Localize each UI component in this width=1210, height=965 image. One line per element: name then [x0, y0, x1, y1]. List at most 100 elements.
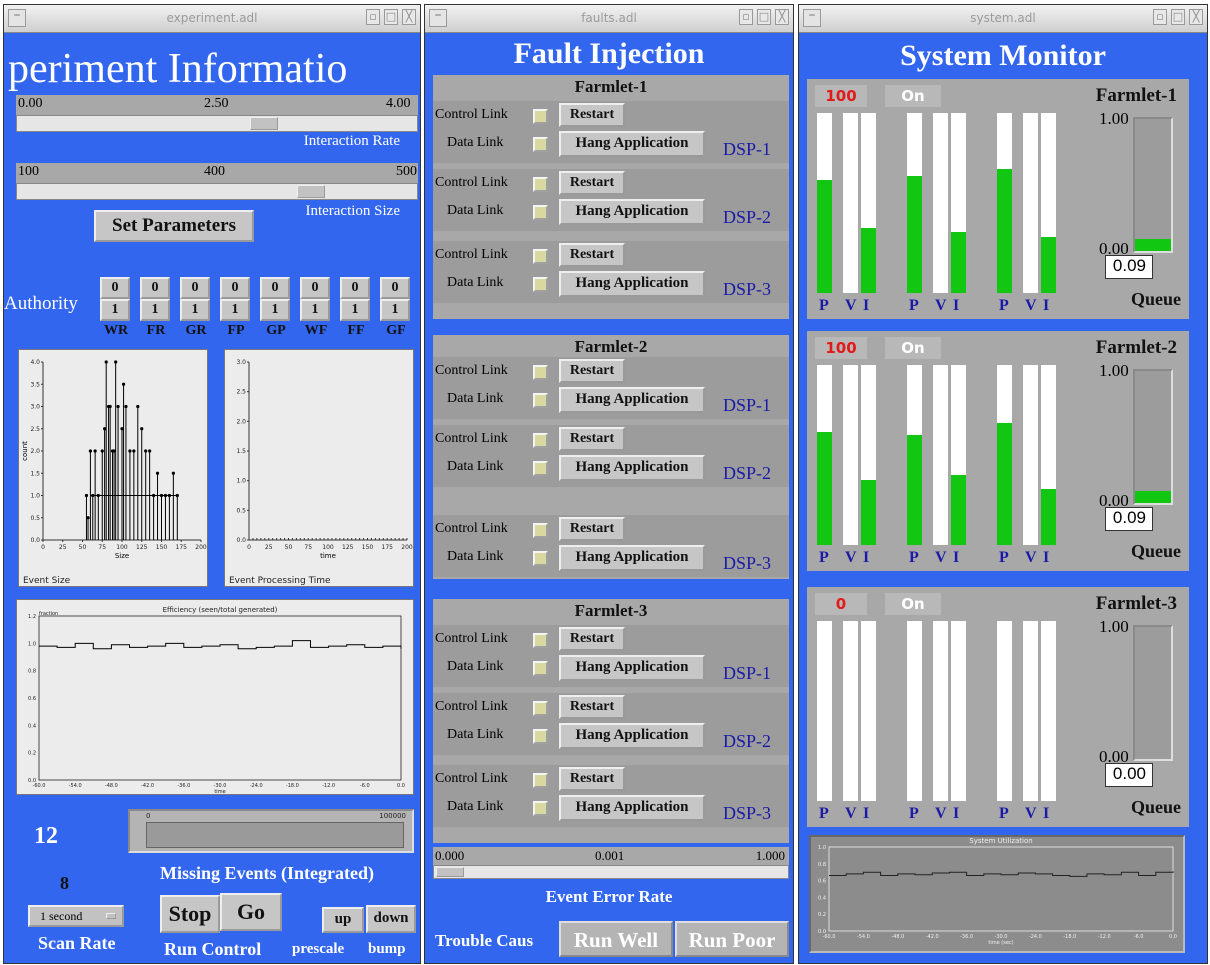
size-slider[interactable]: [16, 183, 418, 200]
control-link-checkbox[interactable]: [533, 773, 548, 788]
hang-application-button[interactable]: Hang Application: [559, 723, 705, 749]
tick-label: 2.5: [30, 426, 40, 433]
authority-bottom-button[interactable]: 1: [100, 299, 130, 321]
maximize-icon[interactable]: □: [757, 9, 771, 25]
authority-bottom-button[interactable]: 1: [260, 299, 290, 321]
minimize-icon[interactable]: ▫: [1153, 9, 1167, 25]
meter-label: P: [909, 549, 919, 566]
tick-label: -42.0: [926, 934, 939, 940]
hang-application-button[interactable]: Hang Application: [559, 271, 705, 297]
control-link-checkbox[interactable]: [533, 701, 548, 716]
control-link-checkbox[interactable]: [533, 633, 548, 648]
close-icon[interactable]: ╳: [402, 9, 416, 25]
hang-application-button[interactable]: Hang Application: [559, 131, 705, 157]
data-link-checkbox[interactable]: [533, 137, 548, 152]
restart-button[interactable]: Restart: [559, 103, 625, 127]
hang-application-button[interactable]: Hang Application: [559, 199, 705, 225]
close-icon[interactable]: ╳: [1189, 9, 1203, 25]
title-bar[interactable]: – experiment.adl ▫ □ ╳: [4, 5, 420, 33]
queue-gauge: [1133, 369, 1173, 505]
restart-button[interactable]: Restart: [559, 695, 625, 719]
tick-label: 1.0: [818, 845, 826, 851]
authority-top-button[interactable]: 0: [100, 277, 130, 299]
run-well-button[interactable]: Run Well: [559, 921, 673, 957]
dsp-label: DSP-3: [723, 553, 772, 573]
restart-button[interactable]: Restart: [559, 171, 625, 195]
authority-bottom-button[interactable]: 1: [140, 299, 170, 321]
size-slider-thumb[interactable]: [297, 185, 325, 198]
maximize-icon[interactable]: □: [384, 9, 398, 25]
histogram-point: [144, 449, 148, 453]
meter-fill: [907, 435, 922, 545]
dsp-label: DSP-1: [723, 139, 772, 159]
up-button[interactable]: up: [322, 907, 364, 933]
restart-button[interactable]: Restart: [559, 627, 625, 651]
authority-top-button[interactable]: 0: [300, 277, 330, 299]
restart-button[interactable]: Restart: [559, 517, 625, 541]
maximize-icon[interactable]: □: [1171, 9, 1185, 25]
tick-label: 1.0: [30, 493, 40, 500]
set-parameters-button[interactable]: Set Parameters: [94, 210, 254, 242]
data-link-checkbox[interactable]: [533, 801, 548, 816]
title-bar[interactable]: – system.adl ▫ □ ╳: [799, 5, 1207, 33]
control-link-checkbox[interactable]: [533, 365, 548, 380]
data-link-checkbox[interactable]: [533, 277, 548, 292]
control-link-checkbox[interactable]: [533, 433, 548, 448]
hang-application-button[interactable]: Hang Application: [559, 455, 705, 481]
control-link-checkbox[interactable]: [533, 177, 548, 192]
missing-meter-max: 100000: [379, 812, 406, 820]
minimize-icon[interactable]: ▫: [366, 9, 380, 25]
hang-application-button[interactable]: Hang Application: [559, 545, 705, 571]
authority-top-button[interactable]: 0: [260, 277, 290, 299]
restart-button[interactable]: Restart: [559, 243, 625, 267]
error-rate-slider[interactable]: [433, 865, 789, 879]
hang-application-button[interactable]: Hang Application: [559, 795, 705, 821]
rate-slider-thumb[interactable]: [250, 117, 278, 130]
down-button[interactable]: down: [366, 905, 416, 933]
authority-bottom-button[interactable]: 1: [300, 299, 330, 321]
data-link-checkbox[interactable]: [533, 729, 548, 744]
go-button[interactable]: Go: [220, 893, 282, 931]
meter-label: P: [999, 805, 1009, 822]
authority-top-button[interactable]: 0: [180, 277, 210, 299]
meter-label: I: [953, 805, 960, 822]
faults-window: – faults.adl ▫ □ ╳ Fault Injection Farml…: [424, 4, 794, 964]
authority-top-button[interactable]: 0: [140, 277, 170, 299]
data-link-checkbox[interactable]: [533, 205, 548, 220]
hang-application-button[interactable]: Hang Application: [559, 387, 705, 413]
tick-label: -6.0: [360, 783, 370, 789]
authority-bottom-button[interactable]: 1: [340, 299, 370, 321]
data-link-label: Data Link: [447, 203, 504, 218]
scan-rate-menu[interactable]: 1 second: [28, 905, 124, 927]
error-rate-min: 0.000: [435, 848, 465, 863]
control-link-checkbox[interactable]: [533, 109, 548, 124]
meter-bar-v: [933, 365, 948, 545]
close-icon[interactable]: ╳: [775, 9, 789, 25]
authority-bottom-button[interactable]: 1: [180, 299, 210, 321]
error-rate-thumb[interactable]: [436, 867, 464, 877]
authority-top-button[interactable]: 0: [220, 277, 250, 299]
stop-button[interactable]: Stop: [160, 895, 220, 933]
authority-bottom-button[interactable]: 1: [220, 299, 250, 321]
control-link-checkbox[interactable]: [533, 523, 548, 538]
tick-label: 75: [304, 544, 312, 551]
data-link-checkbox[interactable]: [533, 551, 548, 566]
minimize-icon[interactable]: ▫: [739, 9, 753, 25]
efficiency-plot: Efficiency (seen/total generated) 0.0 0.2 0…: [16, 599, 414, 795]
authority-bottom-button[interactable]: 1: [380, 299, 410, 321]
control-link-checkbox[interactable]: [533, 249, 548, 264]
data-link-checkbox[interactable]: [533, 461, 548, 476]
meter-bar-i: [951, 621, 966, 801]
hang-application-button[interactable]: Hang Application: [559, 655, 705, 681]
authority-top-button[interactable]: 0: [340, 277, 370, 299]
run-poor-button[interactable]: Run Poor: [675, 921, 789, 957]
restart-button[interactable]: Restart: [559, 767, 625, 791]
rate-slider[interactable]: [16, 115, 418, 132]
restart-button[interactable]: Restart: [559, 359, 625, 383]
restart-button[interactable]: Restart: [559, 427, 625, 451]
data-link-checkbox[interactable]: [533, 661, 548, 676]
control-link-label: Control Link: [435, 771, 508, 786]
data-link-checkbox[interactable]: [533, 393, 548, 408]
authority-top-button[interactable]: 0: [380, 277, 410, 299]
title-bar[interactable]: – faults.adl ▫ □ ╳: [425, 5, 793, 33]
